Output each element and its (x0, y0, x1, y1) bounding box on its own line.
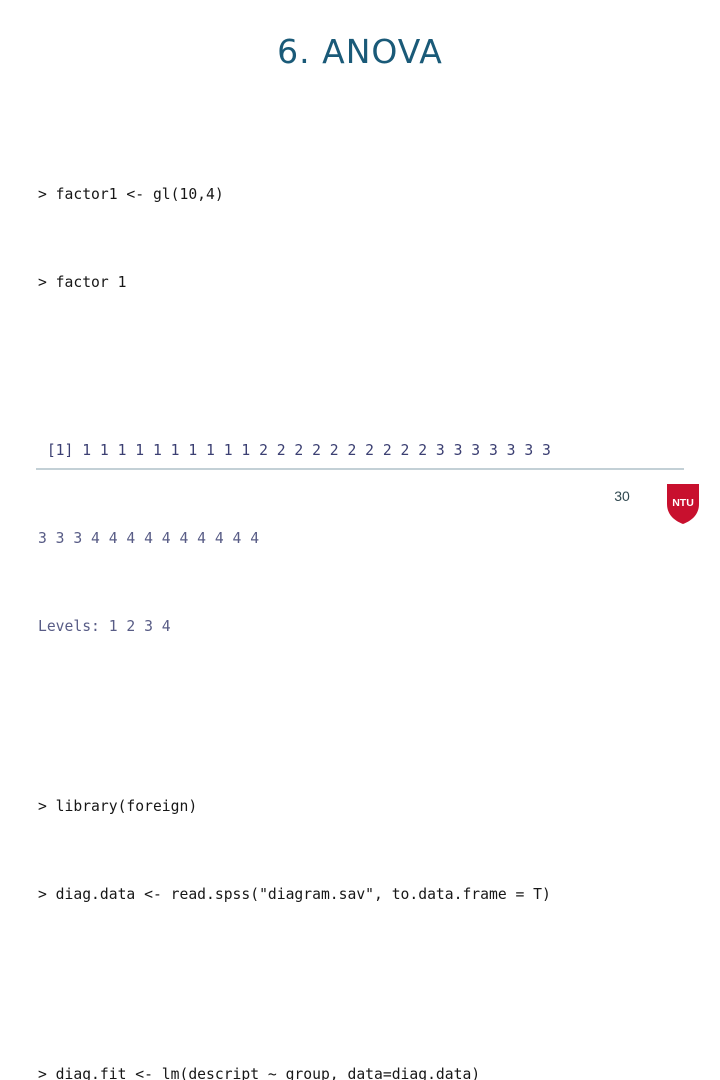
console-output-factor-values-line1: [1] 1 1 1 1 1 1 1 1 1 1 2 2 2 2 2 2 2 2 … (38, 442, 551, 459)
console-output-levels: Levels: 1 2 3 4 (38, 618, 171, 635)
r-console-output: > factor1 <- gl(10,4) > factor 1 [1] 1 1… (38, 118, 698, 1080)
page-number: 30 (614, 488, 630, 504)
ntu-logo-icon: NTU (665, 482, 701, 526)
console-command-factor1-assign: > factor1 <- gl(10,4) (38, 186, 224, 203)
console-command-lm-fit: > diag.fit <- lm(descript ~ group, data=… (38, 1066, 481, 1080)
console-output-factor-values-line2: 3 3 3 4 4 4 4 4 4 4 4 4 4 (38, 530, 260, 547)
console-command-library-foreign: > library(foreign) (38, 798, 198, 815)
footer-divider (36, 468, 684, 470)
console-command-factor1-print: > factor 1 (38, 274, 127, 291)
console-command-read-spss: > diag.data <- read.spss("diagram.sav", … (38, 886, 551, 903)
svg-text:NTU: NTU (672, 497, 694, 509)
slide: 6. ANOVA > factor1 <- gl(10,4) > factor … (0, 0, 720, 1080)
page-title: 6. ANOVA (277, 32, 443, 71)
